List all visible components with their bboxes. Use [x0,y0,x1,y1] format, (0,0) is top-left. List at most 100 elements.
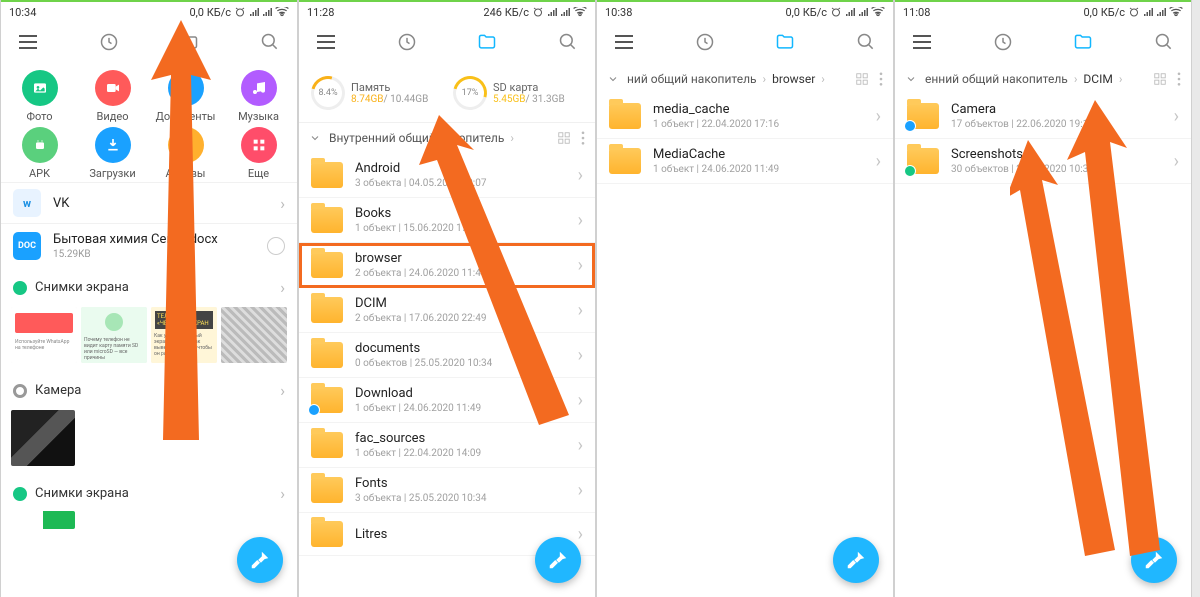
thumb[interactable]: ТЕЛЕФОН «ЧЕРНЫЙ» ЭКРАНКак увидеть черный… [151,307,217,363]
search-icon [558,32,578,52]
clean-fab[interactable] [1131,537,1177,583]
recent-button[interactable] [396,31,418,53]
section-title: Снимки экрана [35,280,129,295]
folder-icon [907,148,939,174]
cat-music[interactable]: Музыка [222,70,295,123]
cat-more[interactable]: Еще [222,127,295,180]
section-screenshots-2[interactable]: Снимки экрана › [1,474,297,509]
section-screenshots[interactable]: Снимки экрана › [1,268,297,303]
folder-camera[interactable]: Camera17 объектов | 22.06.2020 19:15› [895,94,1191,139]
recent-button[interactable] [98,31,120,53]
menu-button[interactable] [315,31,337,53]
folder-media-cache[interactable]: media_cache1 объект | 22.04.2020 17:16› [597,94,893,139]
zip-icon [178,137,194,153]
hamburger-icon [615,35,633,49]
signal-icon-2 [1156,7,1166,17]
cat-apk[interactable]: APK [3,127,76,180]
status-bar: 10:38 0,0 КБ/с [597,0,893,20]
ring-pct: 8.4% [314,79,342,107]
view-grid-icon[interactable] [1153,72,1167,86]
recent-vk[interactable]: w VK › [1,182,297,223]
breadcrumb[interactable]: енний общий накопитель › DCIM › [895,64,1191,94]
recent-button[interactable] [694,31,716,53]
more-vert-icon[interactable] [581,131,585,145]
wifi-icon [573,7,587,17]
folder-android[interactable]: Android3 объекта | 04.05.2020 10:07› [299,153,595,198]
folder-download[interactable]: Download1 объект | 24.06.2020 11:49› [299,378,595,423]
recent-doc[interactable]: DOC Бытовая химия Сем....docx 15.29KB [1,223,297,268]
folder-books[interactable]: Books1 объект | 15.06.2020 17:12› [299,198,595,243]
folder-mediacache[interactable]: MediaCache1 объект | 24.06.2020 11:49› [597,139,893,184]
clock-icon [695,32,715,52]
wifi-icon [275,7,289,17]
search-button[interactable] [259,31,281,53]
broom-icon [547,549,569,571]
folder-sub: 17 объектов | 22.06.2020 19:15 [951,119,1094,130]
screen-3: 10:38 0,0 КБ/с ний общий накопитель › br… [596,0,894,597]
signal-icon-2 [858,7,868,17]
clean-fab[interactable] [833,537,879,583]
folder-title: Camera [951,102,1094,117]
clean-fab[interactable] [535,537,581,583]
ring-pct: 17% [456,79,484,107]
more-vert-icon[interactable] [879,72,883,86]
cat-label: Фото [27,110,53,123]
music-icon [251,80,267,96]
thumb[interactable]: Используйте WhatsApp на телефоне [11,307,77,363]
thumb[interactable]: Почему телефон не видит карту памяти SD … [81,307,147,363]
cat-video[interactable]: Видео [76,70,149,123]
chevron-right-icon: › [821,72,825,86]
cat-downloads[interactable]: Загрузки [76,127,149,180]
section-camera[interactable]: Камера › [1,371,297,406]
recent-button[interactable] [992,31,1014,53]
storage-internal[interactable]: 8.4% Память 8.74GB/ 10.44GB [309,72,443,114]
download-icon [105,137,121,153]
menu-button[interactable] [17,31,39,53]
breadcrumb[interactable]: ний общий накопитель › browser › [597,64,893,94]
search-button[interactable] [1153,31,1175,53]
storage-button[interactable] [774,31,796,53]
storage-sd[interactable]: 17% SD карта 5.45GB/ 31.3GB [451,72,585,114]
storage-button[interactable] [476,31,498,53]
thumb[interactable] [11,410,75,466]
storage-button[interactable] [178,31,200,53]
cat-archives[interactable]: Архивы [149,127,222,180]
status-right: 0,0 КБ/с [1083,6,1183,19]
cat-photo[interactable]: Фото [3,70,76,123]
folder-screenshots[interactable]: Screenshots30 объектов | 25.06.2020 10:3… [895,139,1191,184]
menu-button[interactable] [613,31,635,53]
cat-docs[interactable]: Документы [149,70,222,123]
status-bar: 10:34 0,0 КБ/с [1,0,297,20]
search-button[interactable] [557,31,579,53]
folder-fonts[interactable]: Fonts3 объекта | 25.05.2020 10:34› [299,468,595,513]
more-vert-icon[interactable] [1177,72,1181,86]
folder-title: documents [355,341,492,356]
thumb[interactable] [11,511,75,529]
folder-dcim[interactable]: DCIM2 объекта | 17.06.2020 22:49› [299,288,595,333]
thumb[interactable] [221,307,287,363]
view-grid-icon[interactable] [557,131,571,145]
alarm-icon [234,6,246,18]
folder-outline-icon [477,32,497,52]
signal-icon-2 [560,7,570,17]
folder-fac-sources[interactable]: fac_sources1 объект | 22.04.2020 14:09› [299,423,595,468]
storage-button[interactable] [1072,31,1094,53]
menu-button[interactable] [911,31,933,53]
search-button[interactable] [855,31,877,53]
folder-sub: 1 объект | 15.06.2020 17:12 [355,223,481,234]
toolbar [1,20,297,64]
signal-icon-2 [262,7,272,17]
select-circle[interactable] [267,237,285,255]
storage-content: 8.4% Память 8.74GB/ 10.44GB 17% SD карта… [299,64,595,597]
folder-documents[interactable]: documents0 объектов | 25.05.2020 10:34› [299,333,595,378]
breadcrumb[interactable]: Внутренний общий накопитель › [299,122,595,153]
storage-vals: 5.45GB/ 31.3GB [493,94,565,105]
folder-browser[interactable]: browser2 объекта | 24.06.2020 11:49› [299,243,595,288]
screen-1: 10:34 0,0 КБ/с Фото Видео Документы Музы… [0,0,298,597]
folder-title: Fonts [355,476,486,491]
chevron-right-icon: › [763,72,767,86]
view-grid-icon[interactable] [855,72,869,86]
clean-fab[interactable] [237,537,283,583]
ring-icon: 17% [447,70,493,116]
breadcrumb-current: DCIM [1083,72,1112,86]
